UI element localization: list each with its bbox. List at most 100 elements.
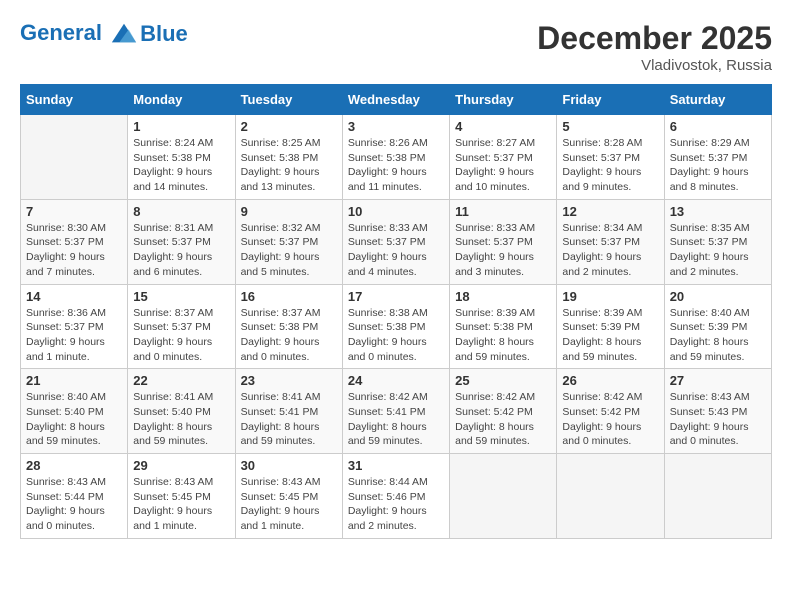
day-info: Sunrise: 8:42 AMSunset: 5:42 PMDaylight:… [455, 390, 551, 449]
logo: General Blue [20, 20, 188, 48]
calendar-cell: 8Sunrise: 8:31 AMSunset: 5:37 PMDaylight… [128, 199, 235, 284]
calendar-cell [664, 454, 771, 539]
day-info: Sunrise: 8:40 AMSunset: 5:40 PMDaylight:… [26, 390, 122, 449]
day-number: 30 [241, 458, 337, 473]
day-number: 15 [133, 289, 229, 304]
calendar-cell: 22 Sunrise: 8:41 AMSunset: 5:40 PMDayligh… [128, 369, 235, 454]
weekday-header-sunday: Sunday [21, 85, 128, 115]
day-info: Sunrise: 8:38 AMSunset: 5:38 PMDaylight:… [348, 306, 444, 365]
calendar-cell: 7 Sunrise: 8:30 AMSunset: 5:37 PMDaylight… [21, 199, 128, 284]
calendar-week-4: 21Sunrise: 8:40 AMSunset: 5:40 PMDayligh… [21, 369, 772, 454]
calendar-cell [21, 115, 128, 200]
calendar-cell: 27 Sunrise: 8:43 AMSunset: 5:43 PMDayligh… [664, 369, 771, 454]
day-info: Sunrise: 8:36 AMSunset: 5:37 PMDaylight:… [26, 306, 122, 365]
day-info: Sunrise: 8:43 AMSunset: 5:44 PMDaylight:… [26, 475, 122, 534]
day-number: 9 [241, 204, 337, 219]
weekday-header-saturday: Saturday [664, 85, 771, 115]
day-number: 26 [562, 373, 658, 388]
calendar-cell: 24Sunrise: 8:42 AMSunset: 5:41 PMDayligh… [342, 369, 449, 454]
day-info: Sunrise: 8:24 AMSunset: 5:38 PMDaylight:… [133, 136, 229, 195]
location-subtitle: Vladivostok, Russia [537, 57, 772, 74]
title-block: December 2025 Vladivostok, Russia [537, 20, 772, 74]
day-number: 2 [241, 119, 337, 134]
day-number: 22 [133, 373, 229, 388]
calendar-cell: 25 Sunrise: 8:42 AMSunset: 5:42 PMDayligh… [450, 369, 557, 454]
calendar-cell: 21Sunrise: 8:40 AMSunset: 5:40 PMDayligh… [21, 369, 128, 454]
calendar-cell: 30 Sunrise: 8:43 AMSunset: 5:45 PMDayligh… [235, 454, 342, 539]
calendar-cell: 2 Sunrise: 8:25 AMSunset: 5:38 PMDaylight… [235, 115, 342, 200]
calendar-cell: 29 Sunrise: 8:43 AMSunset: 5:45 PMDayligh… [128, 454, 235, 539]
day-number: 13 [670, 204, 766, 219]
day-info: Sunrise: 8:42 AMSunset: 5:41 PMDaylight:… [348, 390, 444, 449]
day-number: 18 [455, 289, 551, 304]
day-info: Sunrise: 8:31 AMSunset: 5:37 PMDaylight:… [133, 221, 229, 280]
calendar-cell: 16Sunrise: 8:37 AMSunset: 5:38 PMDayligh… [235, 284, 342, 369]
page-header: General Blue December 2025 Vladivostok, … [20, 20, 772, 74]
calendar-week-5: 28 Sunrise: 8:43 AMSunset: 5:44 PMDayligh… [21, 454, 772, 539]
day-number: 19 [562, 289, 658, 304]
day-info: Sunrise: 8:33 AMSunset: 5:37 PMDaylight:… [348, 221, 444, 280]
day-number: 20 [670, 289, 766, 304]
day-info: Sunrise: 8:29 AMSunset: 5:37 PMDaylight:… [670, 136, 766, 195]
day-info: Sunrise: 8:27 AMSunset: 5:37 PMDaylight:… [455, 136, 551, 195]
calendar-cell: 5Sunrise: 8:28 AMSunset: 5:37 PMDaylight… [557, 115, 664, 200]
day-info: Sunrise: 8:30 AMSunset: 5:37 PMDaylight:… [26, 221, 122, 280]
day-info: Sunrise: 8:26 AMSunset: 5:38 PMDaylight:… [348, 136, 444, 195]
day-info: Sunrise: 8:39 AMSunset: 5:38 PMDaylight:… [455, 306, 551, 365]
weekday-header-thursday: Thursday [450, 85, 557, 115]
calendar-cell [450, 454, 557, 539]
day-number: 14 [26, 289, 122, 304]
day-number: 28 [26, 458, 122, 473]
day-number: 5 [562, 119, 658, 134]
day-number: 10 [348, 204, 444, 219]
calendar-cell: 4Sunrise: 8:27 AMSunset: 5:37 PMDaylight… [450, 115, 557, 200]
calendar-cell: 18 Sunrise: 8:39 AMSunset: 5:38 PMDayligh… [450, 284, 557, 369]
calendar-cell [557, 454, 664, 539]
day-number: 7 [26, 204, 122, 219]
calendar-cell: 13Sunrise: 8:35 AMSunset: 5:37 PMDayligh… [664, 199, 771, 284]
day-number: 12 [562, 204, 658, 219]
day-info: Sunrise: 8:43 AMSunset: 5:45 PMDaylight:… [241, 475, 337, 534]
month-year-title: December 2025 [537, 20, 772, 57]
calendar-cell: 9Sunrise: 8:32 AMSunset: 5:37 PMDaylight… [235, 199, 342, 284]
calendar-cell: 3 Sunrise: 8:26 AMSunset: 5:38 PMDaylight… [342, 115, 449, 200]
day-info: Sunrise: 8:40 AMSunset: 5:39 PMDaylight:… [670, 306, 766, 365]
logo-icon [110, 20, 138, 48]
calendar-cell: 28 Sunrise: 8:43 AMSunset: 5:44 PMDayligh… [21, 454, 128, 539]
day-info: Sunrise: 8:25 AMSunset: 5:38 PMDaylight:… [241, 136, 337, 195]
day-number: 31 [348, 458, 444, 473]
calendar-week-1: 1 Sunrise: 8:24 AMSunset: 5:38 PMDaylight… [21, 115, 772, 200]
day-info: Sunrise: 8:42 AMSunset: 5:42 PMDaylight:… [562, 390, 658, 449]
calendar-cell: 14 Sunrise: 8:36 AMSunset: 5:37 PMDayligh… [21, 284, 128, 369]
day-info: Sunrise: 8:41 AMSunset: 5:40 PMDaylight:… [133, 390, 229, 449]
day-number: 3 [348, 119, 444, 134]
logo-general: General [20, 20, 102, 45]
calendar-cell: 31Sunrise: 8:44 AMSunset: 5:46 PMDayligh… [342, 454, 449, 539]
day-number: 11 [455, 204, 551, 219]
day-info: Sunrise: 8:37 AMSunset: 5:38 PMDaylight:… [241, 306, 337, 365]
day-number: 25 [455, 373, 551, 388]
day-info: Sunrise: 8:41 AMSunset: 5:41 PMDaylight:… [241, 390, 337, 449]
day-info: Sunrise: 8:33 AMSunset: 5:37 PMDaylight:… [455, 221, 551, 280]
day-number: 27 [670, 373, 766, 388]
day-info: Sunrise: 8:37 AMSunset: 5:37 PMDaylight:… [133, 306, 229, 365]
calendar-week-3: 14 Sunrise: 8:36 AMSunset: 5:37 PMDayligh… [21, 284, 772, 369]
calendar-cell: 11 Sunrise: 8:33 AMSunset: 5:37 PMDayligh… [450, 199, 557, 284]
calendar-cell: 23 Sunrise: 8:41 AMSunset: 5:41 PMDayligh… [235, 369, 342, 454]
day-info: Sunrise: 8:39 AMSunset: 5:39 PMDaylight:… [562, 306, 658, 365]
calendar-cell: 19 Sunrise: 8:39 AMSunset: 5:39 PMDayligh… [557, 284, 664, 369]
day-number: 1 [133, 119, 229, 134]
calendar-cell: 26 Sunrise: 8:42 AMSunset: 5:42 PMDayligh… [557, 369, 664, 454]
weekday-header-friday: Friday [557, 85, 664, 115]
weekday-header-wednesday: Wednesday [342, 85, 449, 115]
day-number: 23 [241, 373, 337, 388]
day-number: 6 [670, 119, 766, 134]
weekday-header-monday: Monday [128, 85, 235, 115]
day-number: 17 [348, 289, 444, 304]
day-number: 29 [133, 458, 229, 473]
calendar-cell: 15 Sunrise: 8:37 AMSunset: 5:37 PMDayligh… [128, 284, 235, 369]
logo-blue: Blue [140, 21, 188, 47]
day-info: Sunrise: 8:43 AMSunset: 5:45 PMDaylight:… [133, 475, 229, 534]
calendar-table: SundayMondayTuesdayWednesdayThursdayFrid… [20, 84, 772, 539]
day-info: Sunrise: 8:43 AMSunset: 5:43 PMDaylight:… [670, 390, 766, 449]
